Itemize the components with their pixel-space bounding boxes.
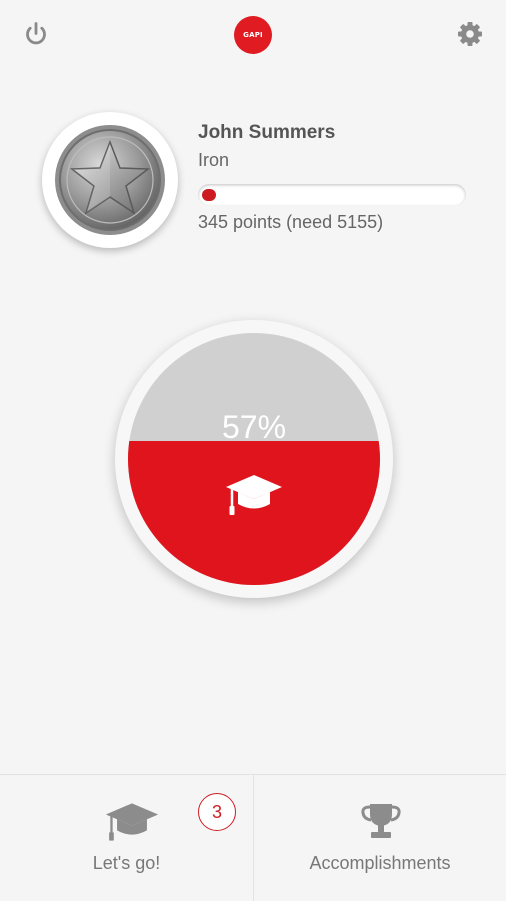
graduation-cap-icon xyxy=(226,475,282,515)
settings-button[interactable] xyxy=(452,16,488,52)
tab-lets-go-label: Let's go! xyxy=(92,853,161,873)
level-progress-fill xyxy=(202,189,216,201)
power-button[interactable] xyxy=(18,16,54,52)
star-medal-icon xyxy=(55,125,165,235)
gauge-face: 57% xyxy=(128,333,380,585)
user-name: John Summers xyxy=(198,122,336,143)
tab-lets-go[interactable]: 3 Let's go! xyxy=(0,775,253,901)
level-progress-bar xyxy=(198,184,466,206)
pending-count-badge: 3 xyxy=(198,793,236,831)
gauge-percent: 57% xyxy=(221,409,287,445)
app-logo: GAPI xyxy=(234,16,272,54)
gear-icon xyxy=(458,22,482,46)
bottom-nav: 3 Let's go! Accomplishments xyxy=(0,774,506,901)
power-icon xyxy=(26,22,46,45)
tab-accomplishments-label: Accomplishments xyxy=(309,853,451,873)
tab-accomplishments[interactable]: Accomplishments xyxy=(254,775,506,901)
user-level: Iron xyxy=(198,150,230,170)
trophy-icon xyxy=(361,804,401,838)
points-text: 345 points (need 5155) xyxy=(198,212,384,232)
level-badge xyxy=(42,112,178,248)
graduation-cap-icon xyxy=(105,803,159,841)
logo-text: GAPI xyxy=(243,31,263,39)
top-bar: GAPI xyxy=(0,0,506,70)
progress-gauge[interactable]: 57% xyxy=(115,320,393,598)
